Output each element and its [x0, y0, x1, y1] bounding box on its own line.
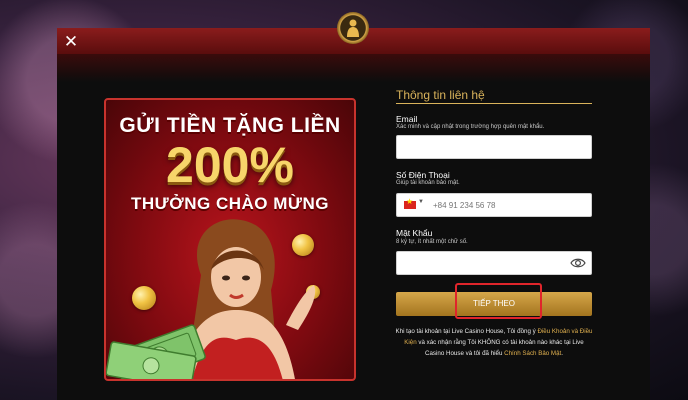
promo-subheadline: THƯỞNG CHÀO MỪNG — [130, 194, 330, 213]
promo-percent: 200% — [166, 137, 294, 193]
vietnam-flag-icon[interactable] — [404, 197, 416, 209]
eye-icon[interactable] — [570, 256, 586, 270]
privacy-link[interactable]: Chính Sách Bảo Mật — [504, 350, 561, 357]
email-label: Email — [396, 114, 418, 124]
form-title: Thông tin liên hệ — [396, 88, 485, 102]
close-icon[interactable]: ✕ — [62, 33, 80, 51]
modal-header-shade — [57, 54, 650, 82]
password-field[interactable] — [401, 252, 571, 274]
next-button-highlight — [455, 283, 542, 319]
terms-part3: . — [561, 350, 563, 357]
phone-field-box: ▼ — [396, 193, 592, 217]
password-field-box — [396, 251, 592, 275]
promo-banner: GỬI TIỀN TẶNG LIỀN 200% THƯỞNG CHÀO MỪNG — [104, 98, 356, 381]
email-field-box — [396, 135, 592, 159]
phone-label: Số Điện Thoại — [396, 170, 450, 180]
password-label: Mật Khẩu — [396, 228, 433, 238]
terms-part1: Khi tạo tài khoản tại Live Casino House,… — [395, 328, 538, 335]
cash-bills-illustration — [106, 324, 206, 379]
chevron-down-icon[interactable]: ▼ — [418, 199, 424, 205]
password-hint: 8 ký tự, ít nhất một chữ số. — [396, 239, 468, 245]
terms-text: Khi tạo tài khoản tại Live Casino House,… — [394, 326, 594, 359]
casino-lady-logo-icon — [337, 12, 369, 44]
email-field[interactable] — [401, 136, 571, 158]
email-hint: Xác minh và cập nhật trong trường hợp qu… — [396, 124, 545, 130]
form-title-underline — [396, 103, 592, 104]
phone-field[interactable] — [433, 194, 583, 216]
phone-hint: Giúp tài khoản bảo mật. — [396, 180, 460, 186]
promo-headline: GỬI TIỀN TẶNG LIỀN — [119, 114, 341, 137]
